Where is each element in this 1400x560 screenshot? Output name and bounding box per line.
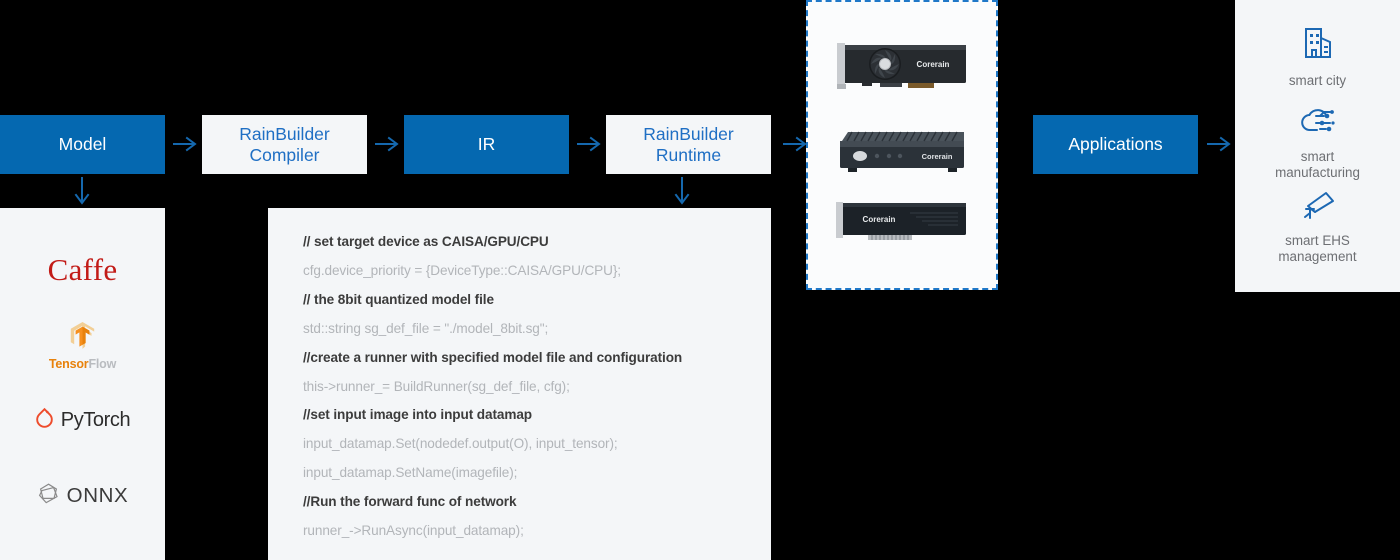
hardware-item-accelerator-card-passive[interactable]: Corerain	[808, 192, 996, 254]
pytorch-wordmark: PyTorch	[60, 408, 131, 431]
code-line: // set target device as CAISA/GPU/CPU	[303, 234, 549, 249]
flow-box-ir[interactable]: IR	[404, 115, 569, 174]
code-line: cfg.device_priority = {DeviceType::CAISA…	[303, 262, 621, 278]
flow-box-rainbuilder-compiler[interactable]: RainBuilder Compiler	[202, 115, 367, 174]
pcie-accelerator-card-passive-icon: Corerain	[836, 202, 966, 240]
code-line: input_datamap.Set(nodedef.output(O), inp…	[303, 436, 618, 452]
flow-box-rainbuilder-runtime[interactable]: RainBuilder Runtime	[606, 115, 771, 174]
edge-computing-box-icon: Corerain	[840, 131, 964, 172]
framework-item-tensorflow[interactable]: TensorFlow	[0, 320, 165, 372]
applications-panel: smart city smart manufacturing smart EHS…	[1235, 0, 1400, 292]
tensorflow-logo	[69, 321, 96, 355]
diagram-canvas: Model RainBuilder Compiler IR RainBuilde…	[0, 0, 1400, 560]
arrow-right-icon	[374, 133, 400, 155]
code-line: this->runner_= BuildRunner(sg_def_file, …	[303, 378, 570, 394]
code-line: //create a runner with specified model f…	[303, 349, 683, 365]
flow-box-rainbuilder-compiler-label: RainBuilder Compiler	[239, 123, 330, 165]
application-item-smart-ehs-management[interactable]: smart EHS management	[1235, 188, 1400, 266]
frameworks-panel: Caffe TensorFlow PyTorch ONNX	[0, 208, 165, 560]
hardware-products-panel: Corerain Corerain Corerain	[806, 0, 998, 290]
onnx-wordmark: ONNX	[66, 484, 129, 507]
flow-box-applications[interactable]: Applications	[1033, 115, 1198, 174]
hardware-item-edge-box[interactable]: Corerain	[808, 120, 996, 182]
hardware-item-accelerator-card-fan[interactable]: Corerain	[808, 30, 996, 108]
arrow-right-icon	[576, 133, 602, 155]
pcie-accelerator-card-with-fan-icon: Corerain	[837, 43, 966, 89]
svg-text:Corerain: Corerain	[917, 60, 950, 69]
code-line: //Run the forward func of network	[303, 494, 517, 510]
flow-box-applications-label: Applications	[1068, 134, 1163, 155]
framework-item-onnx[interactable]: ONNX	[0, 470, 165, 522]
flow-box-model-label: Model	[58, 134, 107, 155]
caffe-logo: Caffe	[47, 252, 118, 287]
code-line: // the 8bit quantized model file	[303, 291, 494, 307]
arrow-down-icon	[71, 176, 93, 206]
security-camera-icon	[1298, 188, 1338, 227]
flow-box-rainbuilder-runtime-label: RainBuilder Runtime	[643, 123, 734, 165]
application-label: smart manufacturing	[1275, 149, 1360, 181]
application-label: smart EHS management	[1278, 233, 1357, 265]
onnx-logo	[37, 482, 60, 510]
application-item-smart-manufacturing[interactable]: smart manufacturing	[1235, 104, 1400, 182]
flow-box-model[interactable]: Model	[0, 115, 165, 174]
flow-box-ir-label: IR	[477, 134, 496, 155]
application-item-smart-city[interactable]: smart city	[1235, 24, 1400, 89]
code-line: runner_->RunAsync(input_datamap);	[303, 523, 524, 539]
svg-text:Corerain: Corerain	[863, 215, 896, 224]
code-sample-panel: // set target device as CAISA/GPU/CPU cf…	[268, 208, 771, 560]
tensorflow-wordmark: TensorFlow	[48, 357, 117, 371]
code-line: std::string sg_def_file = "./model_8bit.…	[303, 320, 549, 336]
code-line: //set input image into input datamap	[303, 407, 533, 423]
svg-text:Corerain: Corerain	[922, 152, 953, 161]
application-label: smart city	[1288, 73, 1347, 88]
framework-item-caffe[interactable]: Caffe	[0, 244, 165, 296]
arrow-right-icon	[782, 133, 808, 155]
building-icon	[1299, 24, 1337, 67]
pytorch-logo	[35, 407, 54, 434]
arrow-down-icon	[671, 176, 693, 206]
arrow-right-icon	[1206, 133, 1232, 155]
framework-item-pytorch[interactable]: PyTorch	[0, 394, 165, 446]
cloud-circuit-icon	[1298, 104, 1338, 143]
code-line: input_datamap.SetName(imagefile);	[303, 465, 518, 481]
arrow-right-icon	[172, 133, 198, 155]
